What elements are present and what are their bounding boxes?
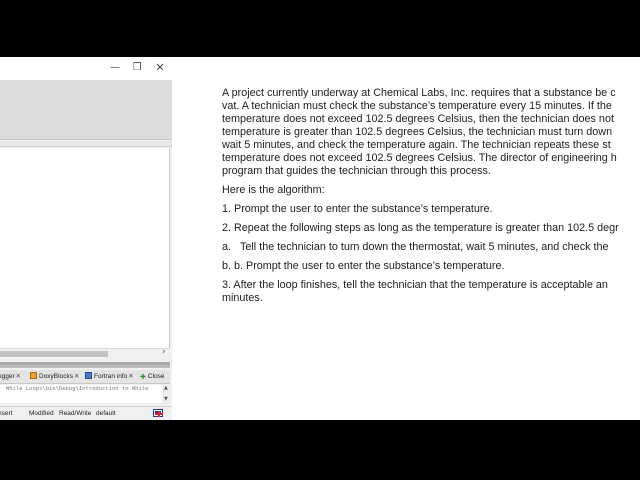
ide-window: — ❐ ✕ › ugger✕ DoxyBlocks✕ Fortran info✕… — [0, 57, 172, 420]
screen-content: — ❐ ✕ › ugger✕ DoxyBlocks✕ Fortran info✕… — [0, 57, 640, 420]
restore-button[interactable]: ❐ — [129, 60, 145, 76]
document-body: A project currently underway at Chemical… — [222, 87, 640, 305]
tab-label: ugger — [0, 373, 15, 380]
step-3-line: minutes. — [222, 292, 263, 304]
status-modified: Modified — [29, 410, 54, 417]
intro-line: program that guides the technician throu… — [222, 165, 491, 177]
doxyblocks-icon — [30, 372, 37, 379]
step-2a: a. Tell the technician to turn down the … — [222, 241, 640, 254]
tab-debugger[interactable]: ugger✕ — [0, 371, 21, 383]
minimize-button[interactable]: — — [107, 60, 123, 76]
vertical-scrollbar[interactable]: ▲ ▼ — [163, 385, 170, 403]
status-bar: nsert Modified Read/Write default — [0, 406, 172, 420]
step-1: 1. Prompt the user to enter the substanc… — [222, 203, 493, 215]
pane-splitter[interactable] — [0, 362, 170, 368]
uk-flag-icon[interactable] — [153, 409, 163, 417]
intro-line: vat. A technician must check the substan… — [222, 100, 612, 112]
horizontal-scrollbar[interactable]: › — [0, 347, 170, 358]
letterbox-bottom — [0, 420, 640, 480]
tab-label: DoxyBlocks — [39, 373, 73, 380]
scroll-down-arrow-icon[interactable]: ▼ — [164, 396, 168, 402]
close-window-button[interactable]: ✕ — [152, 60, 168, 76]
tab-fortran-info[interactable]: Fortran info✕ — [85, 371, 134, 383]
intro-line: temperature is greater than 102.5 degree… — [222, 126, 613, 138]
toolbar-area — [0, 80, 172, 140]
intro-line: temperature does not exceed 102.5 degree… — [222, 113, 614, 125]
tab-close-icon[interactable]: ✕ — [74, 373, 79, 380]
tab-close-icon[interactable]: ✕ — [128, 373, 133, 380]
window-titlebar: — ❐ ✕ — [0, 57, 172, 80]
step-2: 2. Repeat the following steps as long as… — [222, 222, 619, 234]
step-3: 3. After the loop finishes, tell the tec… — [222, 279, 640, 305]
tab-label: Fortran info — [94, 373, 128, 380]
tab-close[interactable]: ✚ Close — [140, 371, 165, 383]
fortran-icon — [85, 372, 92, 379]
step-2a-text: Tell the technician to turn down the the… — [240, 241, 609, 253]
status-read-write: Read/Write — [59, 410, 92, 417]
tab-close-icon[interactable]: ✕ — [16, 373, 21, 380]
editor-pane[interactable] — [0, 148, 170, 348]
tab-doxyblocks[interactable]: DoxyBlocks✕ — [30, 371, 79, 383]
log-line: While Loops\bin\Debug\Introduction to Wh… — [6, 386, 149, 392]
intro-line: A project currently underway at Chemical… — [222, 87, 616, 99]
logs-tab-bar: ugger✕ DoxyBlocks✕ Fortran info✕ ✚Close — [0, 370, 170, 384]
scroll-up-arrow-icon[interactable]: ▲ — [164, 385, 168, 391]
step-2a-letter: a. — [222, 241, 232, 253]
intro-line: temperature does not exceed 102.5 degree… — [222, 152, 617, 164]
close-green-icon: ✚ — [140, 374, 146, 381]
step-2b: b. b. Prompt the user to enter the subst… — [222, 260, 505, 272]
step-3-line: 3. After the loop finishes, tell the tec… — [222, 279, 608, 291]
log-panel: While Loops\bin\Debug\Introduction to Wh… — [0, 385, 170, 403]
status-encoding: default — [96, 410, 116, 417]
scrollbar-thumb[interactable] — [0, 351, 108, 357]
algorithm-heading: Here is the algorithm: — [222, 184, 325, 196]
status-insert: nsert — [0, 410, 13, 417]
intro-paragraph: A project currently underway at Chemical… — [222, 87, 640, 178]
scroll-right-arrow-icon[interactable]: › — [162, 347, 166, 357]
editor-tab-strip — [0, 141, 172, 147]
tab-label: Close — [147, 373, 165, 380]
intro-line: wait 5 minutes, and check the temperatur… — [222, 139, 611, 151]
